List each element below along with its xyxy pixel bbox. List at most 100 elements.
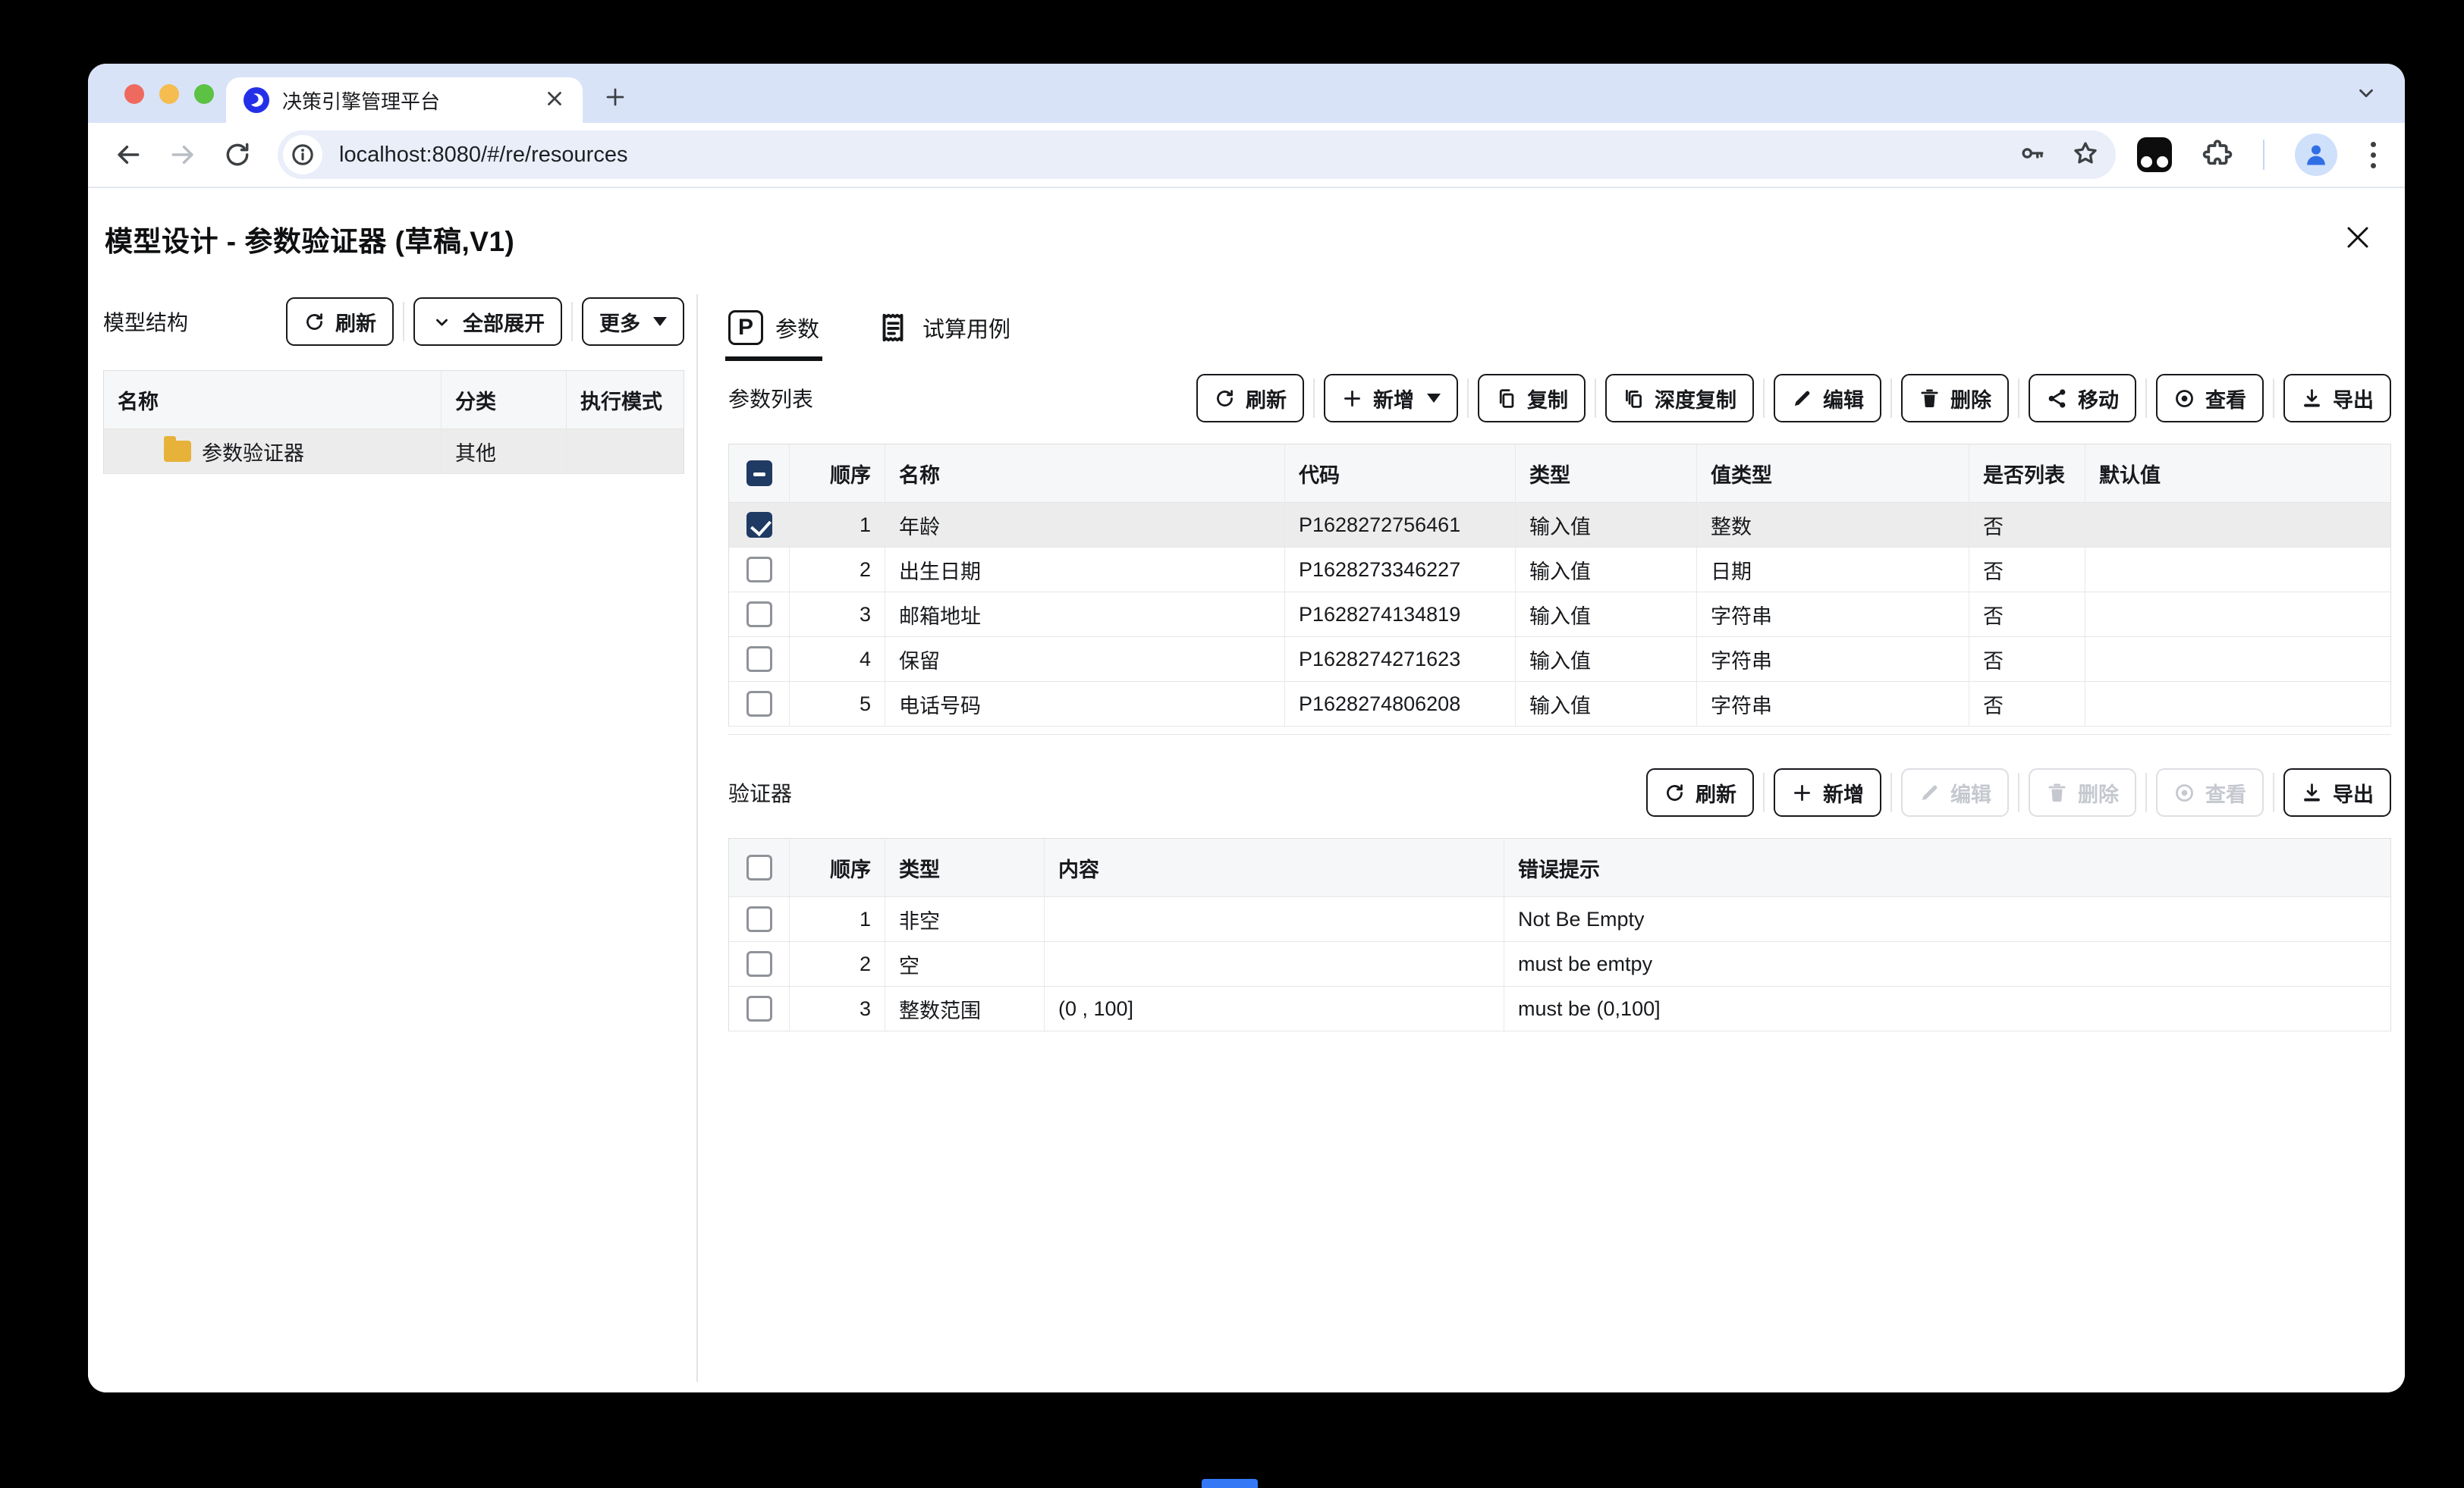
param-type: 输入值 [1516, 503, 1697, 547]
forward-button[interactable] [168, 140, 197, 169]
model-structure-panel: 模型结构 刷新 全部展开 更多 [103, 294, 684, 1382]
parameter-row[interactable]: 2 出生日期 P1628273346227 输入值 日期 否 [729, 548, 2390, 592]
parameter-row[interactable]: 3 邮箱地址 P1628274134819 输入值 字符串 否 [729, 592, 2390, 637]
page-close-icon[interactable] [2344, 224, 2371, 255]
col-name: 名称 [885, 444, 1285, 502]
validators-edit-button[interactable]: 编辑 [1901, 768, 2009, 817]
param-value-type: 字符串 [1697, 682, 1969, 726]
select-all-checkbox[interactable] [746, 855, 772, 881]
model-tree-table: 名称 分类 执行模式 参数验证器 其他 [103, 370, 684, 474]
password-key-icon[interactable] [2019, 140, 2046, 171]
tab-search-chevron-icon[interactable] [2355, 82, 2378, 108]
view-eye-icon [2173, 388, 2195, 410]
parameter-row[interactable]: 1 年龄 P1628272756461 输入值 整数 否 [729, 503, 2390, 548]
more-button[interactable]: 更多 [582, 297, 684, 346]
tree-refresh-button[interactable]: 刷新 [286, 297, 394, 346]
params-export-button[interactable]: 导出 [2283, 374, 2391, 422]
detail-panel: P 参数 试算用例 参数列表 [728, 294, 2391, 1382]
params-deep-copy-button[interactable]: 深度复制 [1605, 374, 1754, 422]
col-seq: 顺序 [790, 839, 885, 896]
browser-tab[interactable]: 决策引擎管理平台 [226, 77, 583, 123]
tab-parameters[interactable]: P 参数 [728, 294, 819, 361]
param-is-list: 否 [1969, 682, 2085, 726]
validators-add-button[interactable]: 新增 [1774, 768, 1881, 817]
parameter-row[interactable]: 5 电话号码 P1628274806208 输入值 字符串 否 [729, 682, 2390, 727]
col-type: 类型 [1516, 444, 1697, 502]
reload-button[interactable] [223, 140, 252, 169]
tree-node-label[interactable]: 参数验证器 [202, 437, 304, 466]
address-bar[interactable]: localhost:8080/#/re/resources [278, 130, 2116, 179]
parameter-row[interactable]: 4 保留 P1628274271623 输入值 字符串 否 [729, 637, 2390, 682]
row-checkbox[interactable] [746, 601, 772, 627]
extensions-puzzle-icon[interactable] [2202, 138, 2233, 172]
site-info-icon[interactable] [283, 135, 322, 174]
param-seq: 1 [790, 503, 885, 547]
page-title: 模型设计 - 参数验证器 (草稿,V1) [105, 218, 514, 259]
row-checkbox[interactable] [746, 906, 772, 932]
validator-error: must be emtpy [1504, 942, 2390, 986]
row-checkbox[interactable] [746, 557, 772, 582]
minimize-window-button[interactable] [159, 84, 179, 104]
chevron-down-icon [431, 311, 453, 333]
url-text[interactable]: localhost:8080/#/re/resources [339, 143, 1993, 168]
row-checkbox[interactable] [746, 512, 772, 538]
button-label: 刷新 [335, 307, 376, 337]
view-eye-icon [2173, 782, 2195, 804]
tab-label: 试算用例 [922, 312, 1010, 344]
validator-row[interactable]: 3 整数范围 (0 , 100] must be (0,100] [729, 987, 2390, 1031]
row-checkbox[interactable] [746, 951, 772, 977]
detail-tabs: P 参数 试算用例 [728, 294, 2391, 361]
validator-type: 非空 [885, 897, 1045, 941]
zoom-window-button[interactable] [194, 84, 214, 104]
button-label: 更多 [599, 307, 640, 337]
param-is-list: 否 [1969, 503, 2085, 547]
panel-splitter[interactable] [696, 294, 698, 1382]
params-move-button[interactable]: 移动 [2029, 374, 2136, 422]
params-add-button[interactable]: 新增 [1324, 374, 1458, 422]
validators-view-button[interactable]: 查看 [2156, 768, 2264, 817]
tab-close-icon[interactable] [543, 87, 566, 114]
pinned-extension-icon[interactable] [2137, 137, 2172, 172]
params-refresh-button[interactable]: 刷新 [1196, 374, 1304, 422]
param-is-list: 否 [1969, 548, 2085, 592]
refresh-icon [1664, 782, 1686, 804]
row-checkbox[interactable] [746, 996, 772, 1022]
params-toolbar: 参数列表 刷新 新增 [728, 374, 2391, 422]
params-delete-button[interactable]: 删除 [1901, 374, 2009, 422]
parameter-icon: P [728, 310, 763, 345]
param-code: P1628272756461 [1285, 503, 1516, 547]
plus-icon [1791, 782, 1813, 804]
param-value-type: 字符串 [1697, 637, 1969, 681]
tab-test-cases[interactable]: 试算用例 [875, 294, 1010, 361]
browser-actions [2137, 133, 2379, 176]
profile-avatar[interactable] [2295, 133, 2337, 176]
col-default: 默认值 [2085, 444, 2390, 502]
expand-all-button[interactable]: 全部展开 [413, 297, 562, 346]
param-name: 邮箱地址 [885, 592, 1285, 636]
bookmark-star-icon[interactable] [2072, 140, 2099, 171]
params-copy-button[interactable]: 复制 [1478, 374, 1586, 422]
menu-kebab-icon[interactable] [2368, 137, 2379, 173]
new-tab-button[interactable] [604, 86, 627, 112]
close-window-button[interactable] [124, 84, 144, 104]
button-label: 全部展开 [463, 307, 545, 337]
param-code: P1628274134819 [1285, 592, 1516, 636]
params-view-button[interactable]: 查看 [2156, 374, 2264, 422]
row-checkbox[interactable] [746, 691, 772, 717]
param-default [2085, 682, 2390, 726]
params-edit-button[interactable]: 编辑 [1774, 374, 1881, 422]
param-code: P1628274806208 [1285, 682, 1516, 726]
select-all-checkbox[interactable] [746, 460, 772, 486]
validator-error: Not Be Empty [1504, 897, 2390, 941]
back-button[interactable] [114, 140, 143, 169]
validator-row[interactable]: 1 非空 Not Be Empty [729, 897, 2390, 942]
validators-export-button[interactable]: 导出 [2283, 768, 2391, 817]
validator-row[interactable]: 2 空 must be emtpy [729, 942, 2390, 987]
row-checkbox[interactable] [746, 646, 772, 672]
tree-row[interactable]: 参数验证器 其他 [104, 429, 684, 474]
param-type: 输入值 [1516, 592, 1697, 636]
validators-refresh-button[interactable]: 刷新 [1646, 768, 1754, 817]
validator-type: 整数范围 [885, 987, 1045, 1031]
validators-delete-button[interactable]: 删除 [2029, 768, 2136, 817]
param-code: P1628274271623 [1285, 637, 1516, 681]
